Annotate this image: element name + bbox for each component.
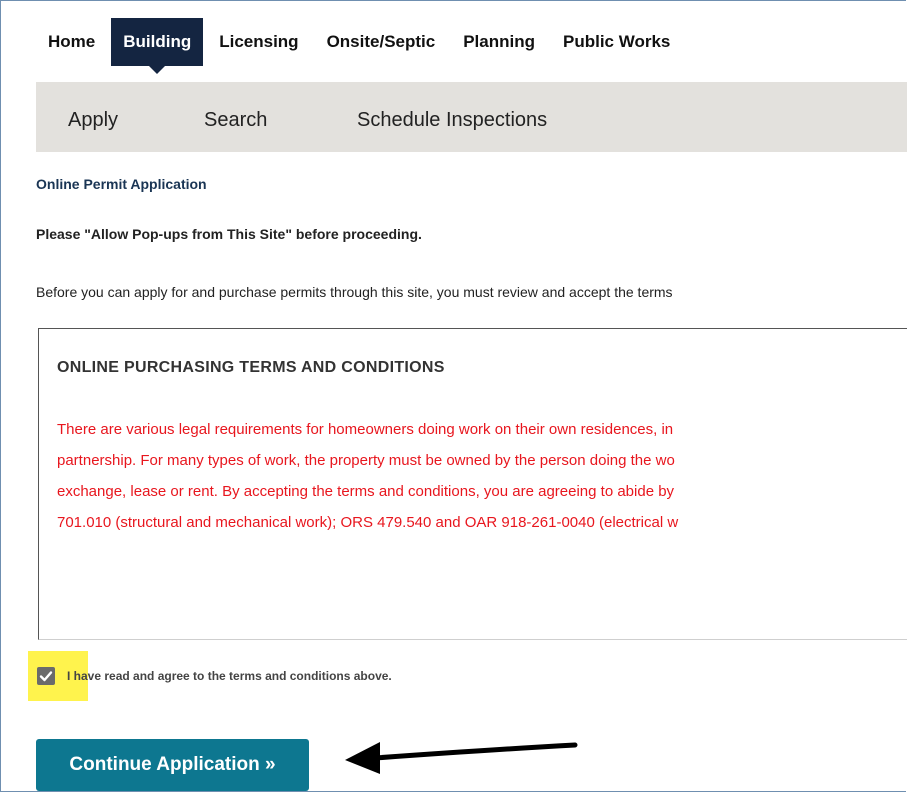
nav-home[interactable]: Home — [36, 18, 107, 66]
agree-checkbox[interactable] — [37, 667, 55, 685]
agree-label: I have read and agree to the terms and c… — [67, 669, 392, 683]
sub-navigation: Apply Search Schedule Inspections — [36, 82, 907, 152]
nav-licensing[interactable]: Licensing — [207, 18, 310, 66]
section-title: Online Permit Application — [36, 176, 207, 192]
popup-note: Please "Allow Pop-ups from This Site" be… — [36, 226, 422, 242]
nav-building[interactable]: Building — [111, 18, 204, 74]
subnav-apply[interactable]: Apply — [68, 109, 118, 132]
continue-application-button[interactable]: Continue Application » — [36, 739, 309, 791]
terms-title: ONLINE PURCHASING TERMS AND CONDITIONS — [57, 359, 445, 376]
terms-line: exchange, lease or rent. By accepting th… — [57, 483, 675, 500]
terms-line: 701.010 (structural and mechanical work)… — [57, 514, 679, 531]
nav-onsite-septic[interactable]: Onsite/Septic — [315, 18, 448, 66]
subnav-schedule-inspections[interactable]: Schedule Inspections — [357, 109, 547, 132]
nav-public-works[interactable]: Public Works — [551, 18, 682, 66]
top-navigation: Home Building Licensing Onsite/Septic Pl… — [36, 18, 686, 74]
subnav-search[interactable]: Search — [204, 109, 267, 132]
nav-planning[interactable]: Planning — [451, 18, 547, 66]
arrow-left-icon — [345, 742, 578, 774]
terms-line: partnership. For many types of work, the… — [57, 452, 675, 469]
checkmark-icon — [39, 671, 53, 682]
intro-text: Before you can apply for and purchase pe… — [36, 284, 673, 300]
terms-box[interactable]: ONLINE PURCHASING TERMS AND CONDITIONS T… — [38, 328, 907, 640]
terms-line: There are various legal requirements for… — [57, 421, 674, 438]
